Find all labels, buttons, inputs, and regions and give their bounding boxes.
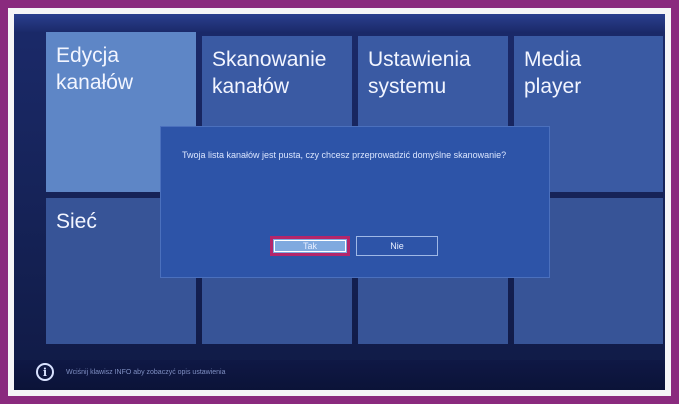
tv-screen: Edycja kanałów Skanowanie kanałów Ustawi… [14,14,665,390]
scan-prompt-dialog: Twoja lista kanałów jest pusta, czy chce… [160,126,550,278]
yes-button-label: Tak [302,241,317,251]
tile-label: Sieć [56,210,97,233]
screen-top-glow [14,14,665,32]
no-button-label: Nie [390,241,404,251]
yes-button[interactable]: Tak [270,236,350,256]
footer-hint: Wciśnij klawisz INFO aby zobaczyć opis u… [66,369,226,376]
tile-label: Skanowanie kanałów [212,48,327,98]
tile-label: Edycja kanałów [56,44,134,94]
info-icon: i [36,363,54,381]
tile-label: Ustawienia systemu [368,48,471,98]
no-button[interactable]: Nie [356,236,438,256]
tile-label: Media player [524,48,582,98]
dialog-message: Twoja lista kanałów jest pusta, czy chce… [182,150,507,160]
